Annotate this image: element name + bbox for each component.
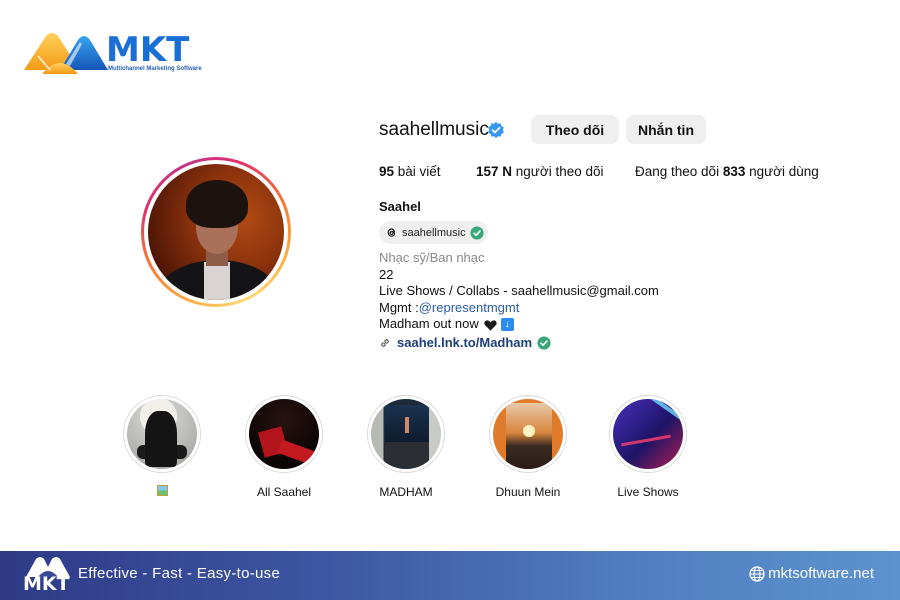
brand-name: MKT xyxy=(106,30,190,70)
highlight-label: Live Shows xyxy=(617,485,679,499)
release-text: Madham out now xyxy=(379,316,479,332)
website-text[interactable]: mktsoftware.net xyxy=(768,565,874,582)
threads-handle: saahellmusic xyxy=(402,226,466,239)
black-heart-icon xyxy=(484,320,497,331)
stat-followers[interactable]: 157 N người theo dõi xyxy=(476,164,603,179)
highlight-label: Dhuun Mein xyxy=(495,485,561,499)
highlight-cover xyxy=(249,399,319,469)
highlight-label: All Saahel xyxy=(256,485,312,499)
following-count: 833 xyxy=(722,164,746,179)
highlight-cover xyxy=(371,399,441,469)
bio-line-age: 22 xyxy=(379,266,394,282)
brand-logo: MKT Multichannel Marketing Software xyxy=(20,28,202,76)
mgmt-mention-link[interactable]: @representmgmt xyxy=(419,300,520,317)
highlight-item[interactable] xyxy=(122,395,202,499)
profile-username: saahellmusic xyxy=(379,119,489,140)
highlight-cover xyxy=(613,399,683,469)
stat-posts[interactable]: 95 bài viết xyxy=(379,164,441,179)
stat-following[interactable]: Đang theo dõi 833 người dùng xyxy=(635,164,819,179)
threads-badge[interactable]: saahellmusic xyxy=(379,221,488,244)
verified-badge-icon xyxy=(488,121,504,139)
footer-slogan: Effective - Fast - Easy-to-use xyxy=(78,565,281,582)
green-check-icon xyxy=(470,225,484,240)
highlight-label xyxy=(122,485,202,499)
globe-icon xyxy=(749,565,765,582)
footer-logo-text: MKT xyxy=(23,573,70,595)
highlight-cover xyxy=(127,399,197,469)
followers-count: 157 N xyxy=(476,164,513,179)
down-arrow-icon: ↓ xyxy=(500,318,514,332)
highlight-label: MADHAM xyxy=(379,485,433,499)
mkt-logo-icon xyxy=(24,33,108,74)
bio-link-text[interactable]: saahel.lnk.to/Madham xyxy=(397,335,532,352)
bio-link[interactable]: saahel.lnk.to/Madham xyxy=(379,335,659,352)
following-suffix: người dùng xyxy=(745,164,819,179)
posts-label: bài viết xyxy=(394,164,441,179)
image-icon xyxy=(156,485,168,496)
brand-tagline: Multichannel Marketing Software xyxy=(108,66,202,72)
bio-line-release: Madham out now ↓ xyxy=(379,316,659,333)
green-check-icon xyxy=(537,336,551,350)
highlight-cover xyxy=(493,399,563,469)
footer-banner: MKT Effective - Fast - Easy-to-use mktso… xyxy=(0,551,900,600)
threads-icon xyxy=(387,228,396,237)
following-prefix: Đang theo dõi xyxy=(635,164,723,179)
highlight-item[interactable]: MADHAM xyxy=(366,395,446,499)
followers-label: người theo dõi xyxy=(512,164,604,179)
message-button[interactable]: Nhắn tin xyxy=(626,115,706,144)
profile-display-name: Saahel xyxy=(379,199,421,214)
highlight-item[interactable]: Dhuun Mein xyxy=(488,395,568,499)
follow-button[interactable]: Theo dõi xyxy=(531,115,619,144)
avatar-photo xyxy=(148,164,284,300)
mgmt-prefix: Mgmt : xyxy=(379,299,419,315)
bio-line-mgmt: Mgmt : @representmgmt xyxy=(379,300,659,317)
link-icon xyxy=(381,339,389,348)
footer-website[interactable]: mktsoftware.net xyxy=(749,565,874,582)
highlight-item[interactable]: All Saahel xyxy=(244,395,324,499)
bio-line-contact: Live Shows / Collabs - saahellmusic@gmai… xyxy=(379,283,659,299)
bio-category: Nhạc sỹ/Ban nhạc xyxy=(379,250,485,265)
profile-avatar[interactable] xyxy=(141,157,291,307)
highlight-item[interactable]: Live Shows xyxy=(608,395,688,499)
profile-bio: Nhạc sỹ/Ban nhạc 22 Live Shows / Collabs… xyxy=(379,250,659,352)
posts-count: 95 xyxy=(379,164,395,179)
